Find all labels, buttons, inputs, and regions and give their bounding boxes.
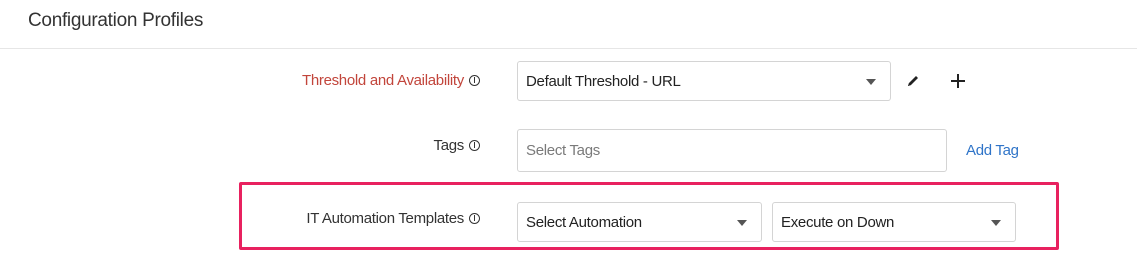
- threshold-select[interactable]: Default Threshold - URL: [517, 61, 891, 101]
- plus-icon[interactable]: [950, 73, 966, 89]
- threshold-label-text: Threshold and Availability: [301, 72, 464, 89]
- add-tag-link[interactable]: Add Tag: [966, 142, 1019, 159]
- tags-label-text: Tags: [433, 137, 465, 154]
- threshold-select-value: Default Threshold - URL: [526, 72, 681, 90]
- info-icon[interactable]: [469, 213, 480, 224]
- automation-trigger-value: Execute on Down: [781, 213, 895, 231]
- info-icon[interactable]: [469, 75, 480, 86]
- automation-trigger-select[interactable]: Execute on Down: [772, 202, 1016, 242]
- tags-input[interactable]: Select Tags: [517, 129, 947, 172]
- automation-label-text: IT Automation Templates: [306, 210, 464, 227]
- section-divider: [0, 48, 1137, 49]
- threshold-label: Threshold and Availability: [302, 72, 480, 89]
- chevron-down-icon: [866, 79, 876, 85]
- automation-label: IT Automation Templates: [306, 210, 480, 227]
- tags-input-placeholder: Select Tags: [526, 142, 600, 159]
- section-title: Configuration Profiles: [28, 10, 204, 31]
- info-icon[interactable]: [469, 140, 480, 151]
- pencil-icon[interactable]: [905, 73, 921, 89]
- automation-template-value: Select Automation: [526, 213, 642, 231]
- chevron-down-icon: [991, 220, 1001, 226]
- tags-label: Tags: [433, 137, 480, 154]
- chevron-down-icon: [737, 220, 747, 226]
- automation-template-select[interactable]: Select Automation: [517, 202, 762, 242]
